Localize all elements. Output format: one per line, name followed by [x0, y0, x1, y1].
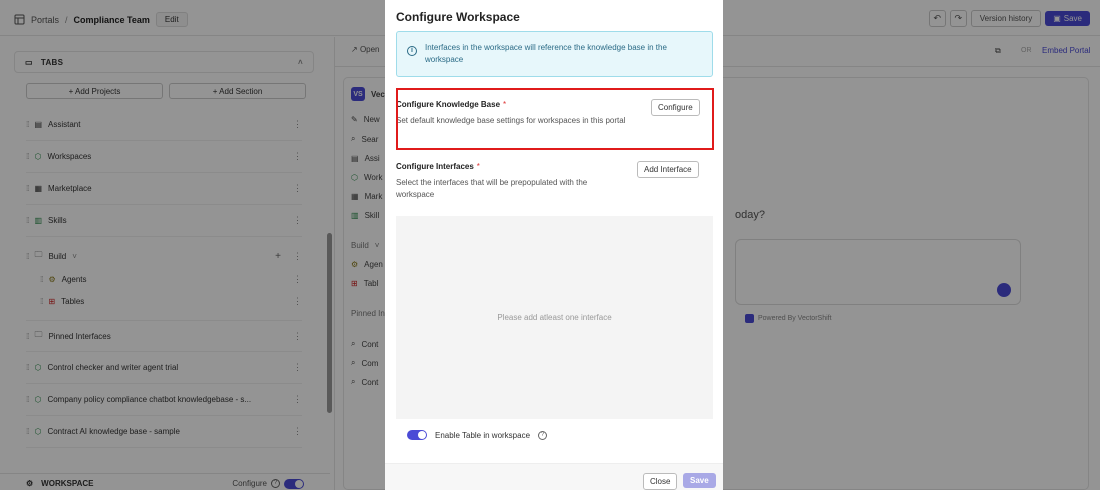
- info-text: Interfaces in the workspace will referen…: [425, 43, 667, 64]
- required-mark: *: [476, 162, 480, 171]
- add-interface-button[interactable]: Add Interface: [637, 161, 699, 178]
- interfaces-empty-state: Please add atleast one interface: [396, 216, 713, 419]
- highlight-box: [396, 88, 714, 150]
- interfaces-title-text: Configure Interfaces: [396, 162, 474, 171]
- enable-table-label: Enable Table in workspace: [435, 430, 531, 440]
- info-icon: i: [407, 46, 417, 56]
- help-icon: ?: [538, 430, 548, 440]
- info-banner: i Interfaces in the workspace will refer…: [396, 31, 713, 77]
- modal-save-button[interactable]: Save: [683, 473, 716, 488]
- configure-workspace-modal: Configure Workspace i Interfaces in the …: [385, 0, 723, 490]
- enable-table-toggle[interactable]: [407, 430, 427, 440]
- interfaces-title: Configure Interfaces *: [396, 162, 618, 171]
- empty-state-text: Please add atleast one interface: [497, 313, 612, 322]
- enable-table-row: Enable Table in workspace ?: [407, 430, 548, 440]
- interfaces-description: Select the interfaces that will be prepo…: [396, 178, 588, 199]
- modal-title: Configure Workspace: [396, 10, 520, 24]
- close-button[interactable]: Close: [643, 473, 678, 490]
